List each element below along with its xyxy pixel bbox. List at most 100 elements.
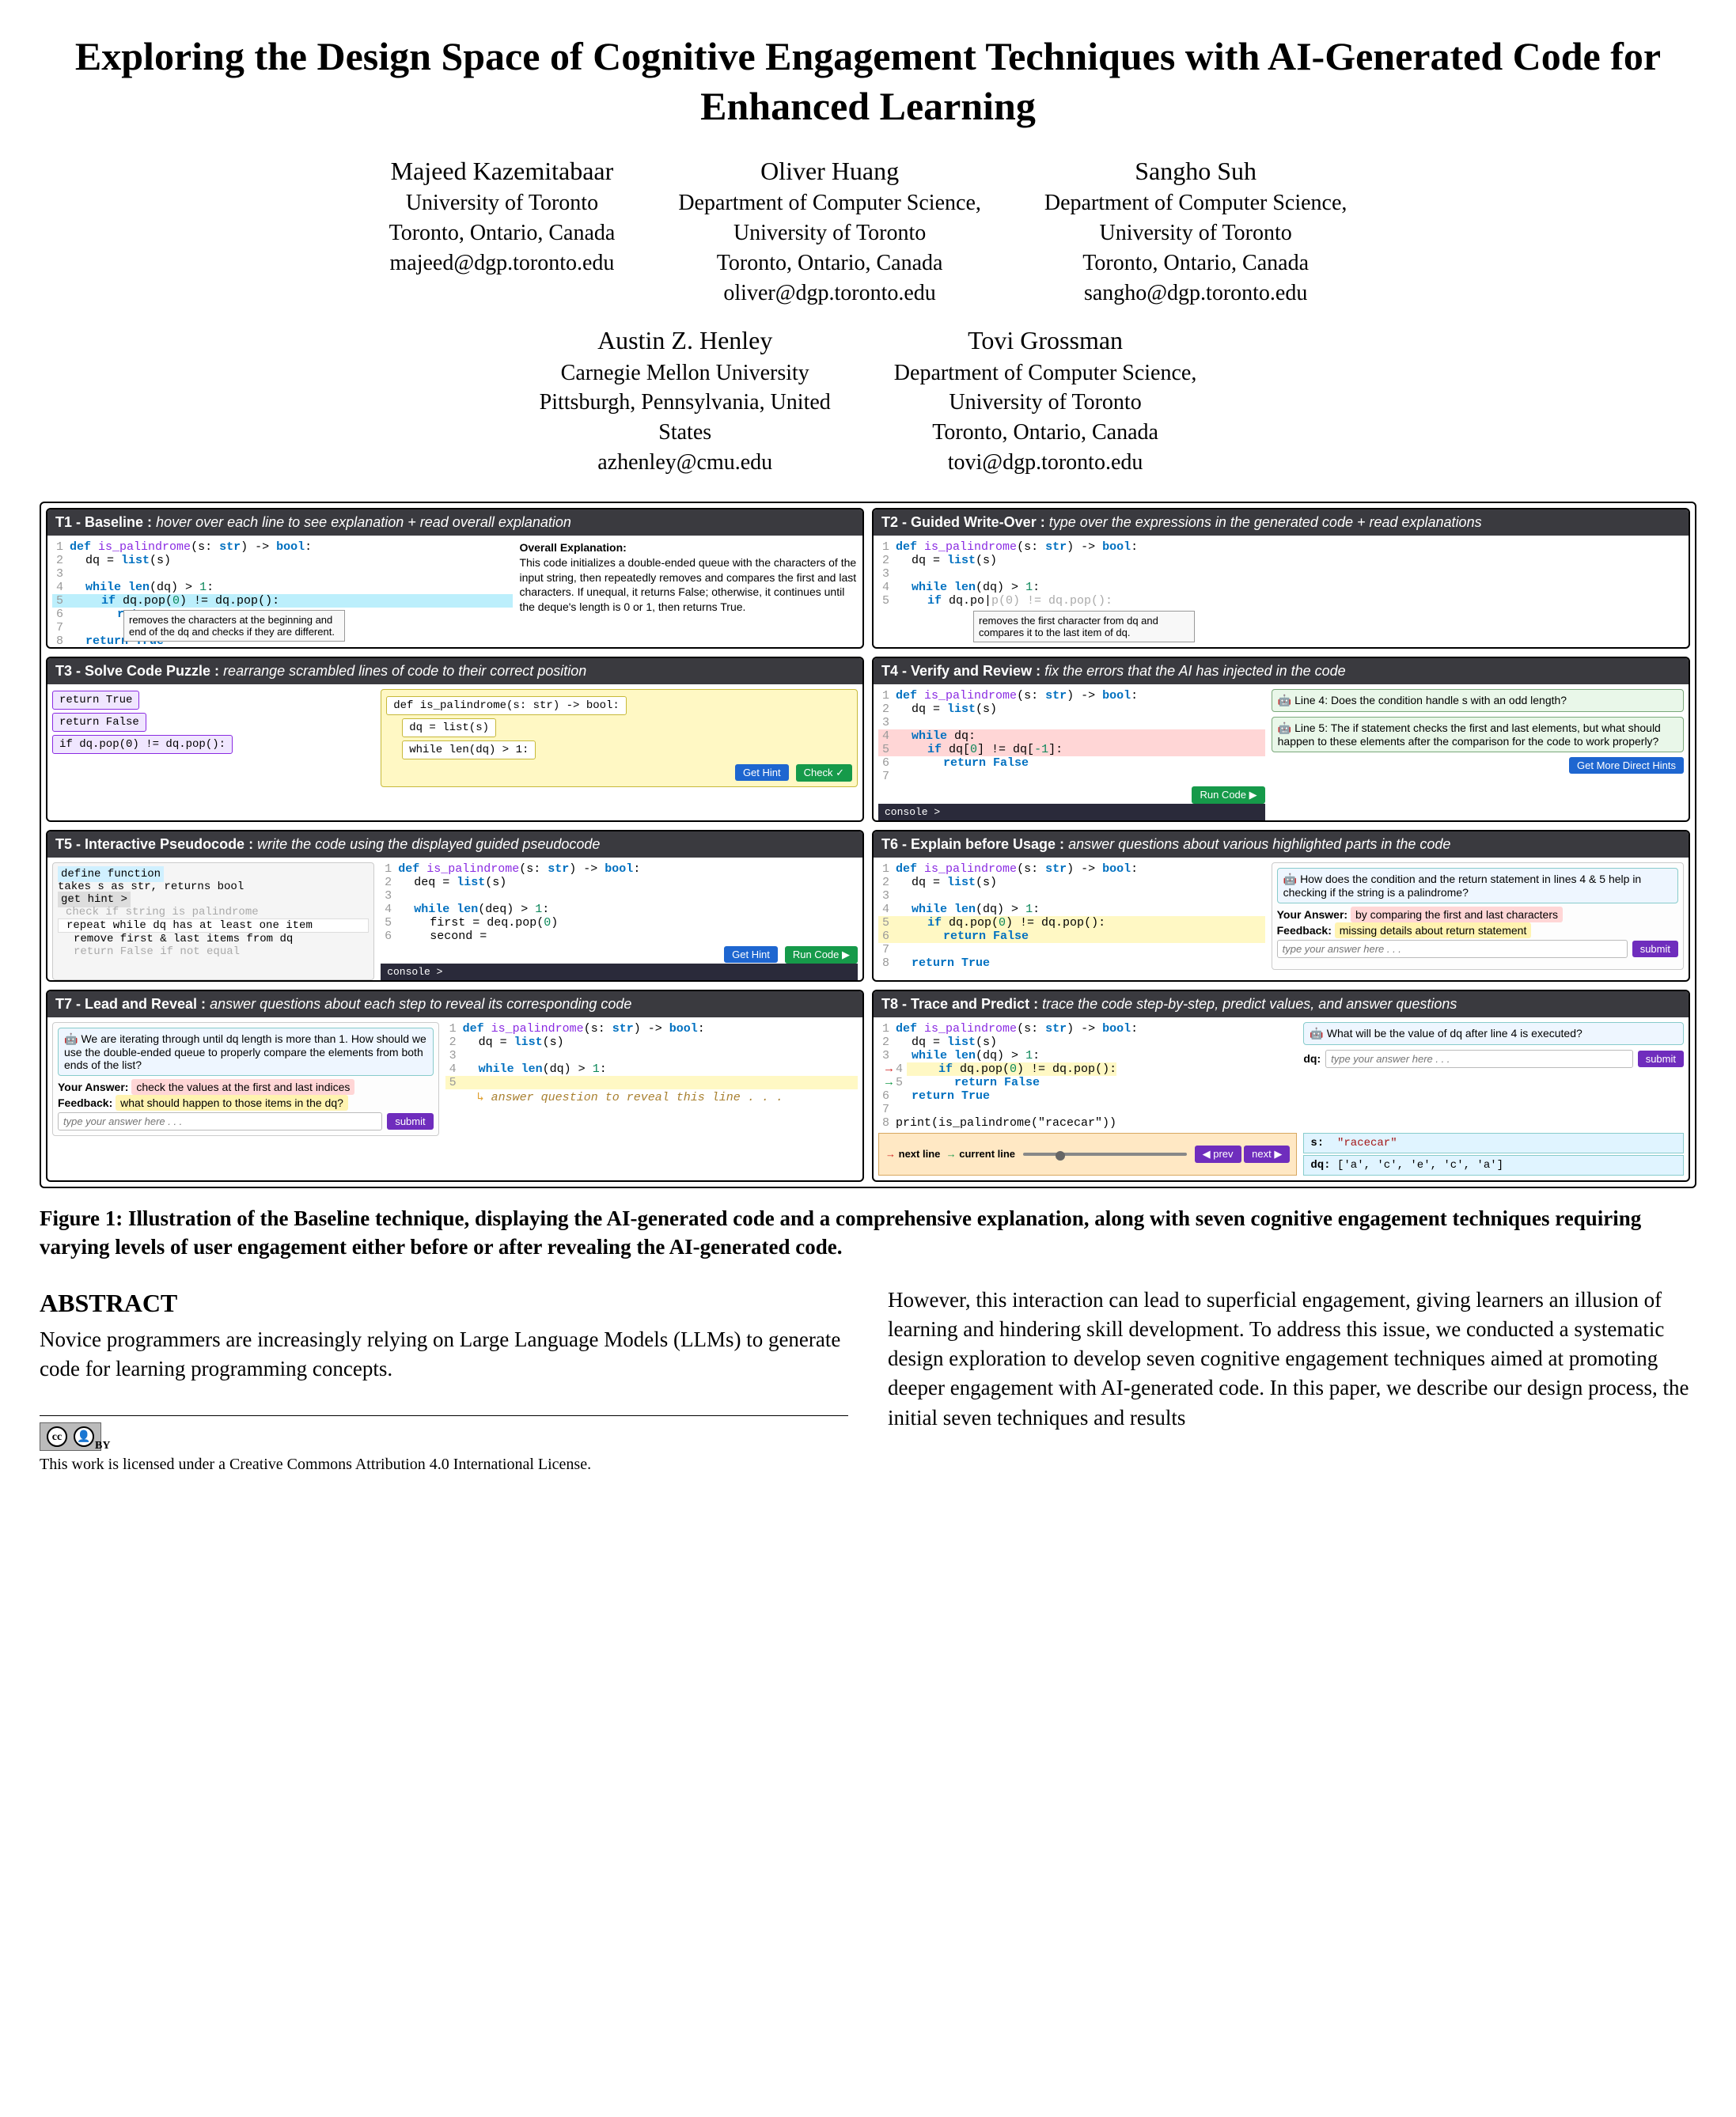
- feedback-text: what should happen to those items in the…: [116, 1095, 348, 1111]
- abstract-text-left: Novice programmers are increasingly rely…: [40, 1325, 848, 1384]
- answer-input[interactable]: [1277, 940, 1628, 958]
- panel-t7: T7 - Lead and Reveal : answer questions …: [46, 990, 864, 1182]
- submit-button[interactable]: submit: [1638, 1051, 1684, 1067]
- puzzle-drop-area[interactable]: def is_palindrome(s: str) -> bool: dq = …: [381, 689, 858, 787]
- code-block: 1def is_palindrome(s: str) -> bool: 2dq …: [52, 540, 513, 642]
- feedback-label: Feedback:: [1277, 924, 1332, 937]
- panel-t1: T1 - Baseline : hover over each line to …: [46, 508, 864, 649]
- robot-icon: 🤖: [1278, 721, 1291, 734]
- question-box: 🤖Line 5: The if statement checks the fir…: [1272, 717, 1684, 752]
- run-code-button[interactable]: Run Code ▶: [1192, 786, 1264, 804]
- submit-button[interactable]: submit: [387, 1113, 433, 1130]
- arrow-green-icon: →: [946, 1148, 957, 1160]
- panel-title: T4 - Verify and Review :: [881, 663, 1040, 679]
- panel-header: T6 - Explain before Usage : answer quest…: [874, 831, 1689, 858]
- panel-desc: type over the expressions in the generat…: [1049, 514, 1482, 530]
- arrow-red-icon: →: [885, 1148, 896, 1160]
- more-hints-button[interactable]: Get More Direct Hints: [1569, 757, 1684, 774]
- license-footnote: cc 👤 BY This work is licensed under a Cr…: [40, 1415, 848, 1475]
- author-email: oliver@dgp.toronto.edu: [678, 278, 981, 309]
- user-answer: check the values at the first and last i…: [131, 1079, 354, 1095]
- pseudo-line: repeat while dq has at least one item: [58, 918, 369, 933]
- pseudo-line: return False if not equal: [58, 945, 369, 958]
- feedback-label: Feedback:: [58, 1096, 112, 1109]
- write-over-tooltip: removes the first character from dq and …: [973, 611, 1195, 642]
- cc-by-icon: 👤: [74, 1426, 94, 1447]
- author-name: Austin Z. Henley: [540, 324, 831, 358]
- console-bar[interactable]: console >: [878, 804, 1265, 820]
- panel-t8: T8 - Trace and Predict : trace the code …: [872, 990, 1690, 1182]
- code-block[interactable]: 1def is_palindrome(s: str) -> bool: 2deq…: [381, 862, 858, 980]
- panel-header: T8 - Trace and Predict : trace the code …: [874, 991, 1689, 1017]
- code-chip[interactable]: return True: [52, 691, 139, 710]
- predict-input[interactable]: [1325, 1050, 1633, 1068]
- panel-header: T3 - Solve Code Puzzle : rearrange scram…: [47, 658, 862, 684]
- author-block: Oliver Huang Department of Computer Scie…: [678, 154, 981, 308]
- code-chip[interactable]: return False: [52, 713, 146, 732]
- answer-label: Your Answer:: [1277, 908, 1347, 921]
- qa-box: 🤖How does the condition and the return s…: [1272, 862, 1684, 970]
- panel-title: T6 - Explain before Usage :: [881, 836, 1064, 852]
- panel-t2: T2 - Guided Write-Over : type over the e…: [872, 508, 1690, 649]
- cc-by-label: BY: [95, 1438, 848, 1453]
- author-block: Austin Z. Henley Carnegie Mellon Univers…: [540, 324, 831, 477]
- panel-desc: answer questions about each step to reve…: [210, 996, 631, 1012]
- panel-desc: write the code using the displayed guide…: [257, 836, 600, 852]
- check-button[interactable]: Check ✓: [796, 764, 852, 782]
- slider-thumb[interactable]: [1056, 1151, 1065, 1161]
- panel-desc: trace the code step-by-step, predict val…: [1042, 996, 1457, 1012]
- answer-input[interactable]: [58, 1112, 382, 1130]
- author-block: Tovi Grossman Department of Computer Sci…: [894, 324, 1197, 477]
- panel-header: T2 - Guided Write-Over : type over the e…: [874, 509, 1689, 536]
- predict-box: 🤖What will be the value of dq after line…: [1303, 1022, 1684, 1130]
- console-bar[interactable]: console >: [381, 964, 858, 980]
- author-name: Tovi Grossman: [894, 324, 1197, 358]
- panel-desc: hover over each line to see explanation …: [156, 514, 571, 530]
- prev-button[interactable]: ◀ prev: [1195, 1146, 1241, 1163]
- author-aff: Toronto, Ontario, Canada: [894, 418, 1197, 448]
- author-aff: Carnegie Mellon University: [540, 358, 831, 388]
- author-name: Oliver Huang: [678, 154, 981, 188]
- placed-chip[interactable]: dq = list(s): [402, 718, 496, 737]
- submit-button[interactable]: submit: [1632, 941, 1678, 957]
- author-aff: University of Toronto: [389, 188, 616, 218]
- abstract-columns: ABSTRACT Novice programmers are increasi…: [40, 1286, 1696, 1476]
- get-hint-inline[interactable]: get hint >: [58, 892, 131, 907]
- panel-t3: T3 - Solve Code Puzzle : rearrange scram…: [46, 657, 864, 822]
- pseudocode-box: define function takes s as str, returns …: [52, 862, 374, 980]
- pseudo-line: define function: [58, 866, 164, 882]
- author-aff: Department of Computer Science,: [1044, 188, 1347, 218]
- get-hint-button[interactable]: Get Hint: [724, 946, 778, 963]
- robot-icon: 🤖: [1283, 873, 1297, 885]
- get-hint-button[interactable]: Get Hint: [735, 764, 789, 781]
- review-questions: 🤖Line 4: Does the condition handle s wit…: [1272, 689, 1684, 820]
- overall-text: This code initializes a double-ended que…: [519, 555, 858, 615]
- panel-desc: rearrange scrambled lines of code to the…: [223, 663, 586, 679]
- panel-desc: fix the errors that the AI has injected …: [1044, 663, 1346, 679]
- overall-explanation: Overall Explanation: This code initializ…: [519, 540, 858, 642]
- placed-chip[interactable]: def is_palindrome(s: str) -> bool:: [386, 696, 627, 715]
- figure-grid: T1 - Baseline : hover over each line to …: [40, 502, 1696, 1188]
- hover-tooltip: removes the characters at the beginning …: [123, 610, 345, 642]
- question-box: 🤖Line 4: Does the condition handle s wit…: [1272, 689, 1684, 712]
- author-block: Majeed Kazemitabaar University of Toront…: [389, 154, 616, 308]
- placed-chip[interactable]: while len(dq) > 1:: [402, 740, 536, 759]
- cc-icon: cc: [47, 1426, 67, 1447]
- author-block: Sangho Suh Department of Computer Scienc…: [1044, 154, 1347, 308]
- question-box: 🤖How does the condition and the return s…: [1277, 868, 1678, 903]
- author-aff: Toronto, Ontario, Canada: [389, 218, 616, 248]
- user-answer: by comparing the first and last characte…: [1351, 907, 1563, 922]
- panel-title: T5 - Interactive Pseudocode :: [55, 836, 253, 852]
- panel-desc: answer questions about various highlight…: [1068, 836, 1450, 852]
- abstract-text-right: However, this interaction can lead to su…: [888, 1286, 1696, 1433]
- author-aff: Department of Computer Science,: [678, 188, 981, 218]
- question-box: 🤖We are iterating through until dq lengt…: [58, 1028, 434, 1076]
- code-block: 1def is_palindrome(s: str) -> bool: 2dq …: [445, 1022, 858, 1136]
- panel-title: T3 - Solve Code Puzzle :: [55, 663, 219, 679]
- author-email: tovi@dgp.toronto.edu: [894, 448, 1197, 478]
- code-chip[interactable]: if dq.pop(0) != dq.pop():: [52, 735, 233, 754]
- panel-title: T7 - Lead and Reveal :: [55, 996, 206, 1012]
- run-code-button[interactable]: Run Code ▶: [785, 946, 858, 964]
- state-display: s: "racecar" dq: ['a', 'c', 'e', 'c', 'a…: [1303, 1133, 1684, 1176]
- next-button[interactable]: next ▶: [1244, 1146, 1290, 1163]
